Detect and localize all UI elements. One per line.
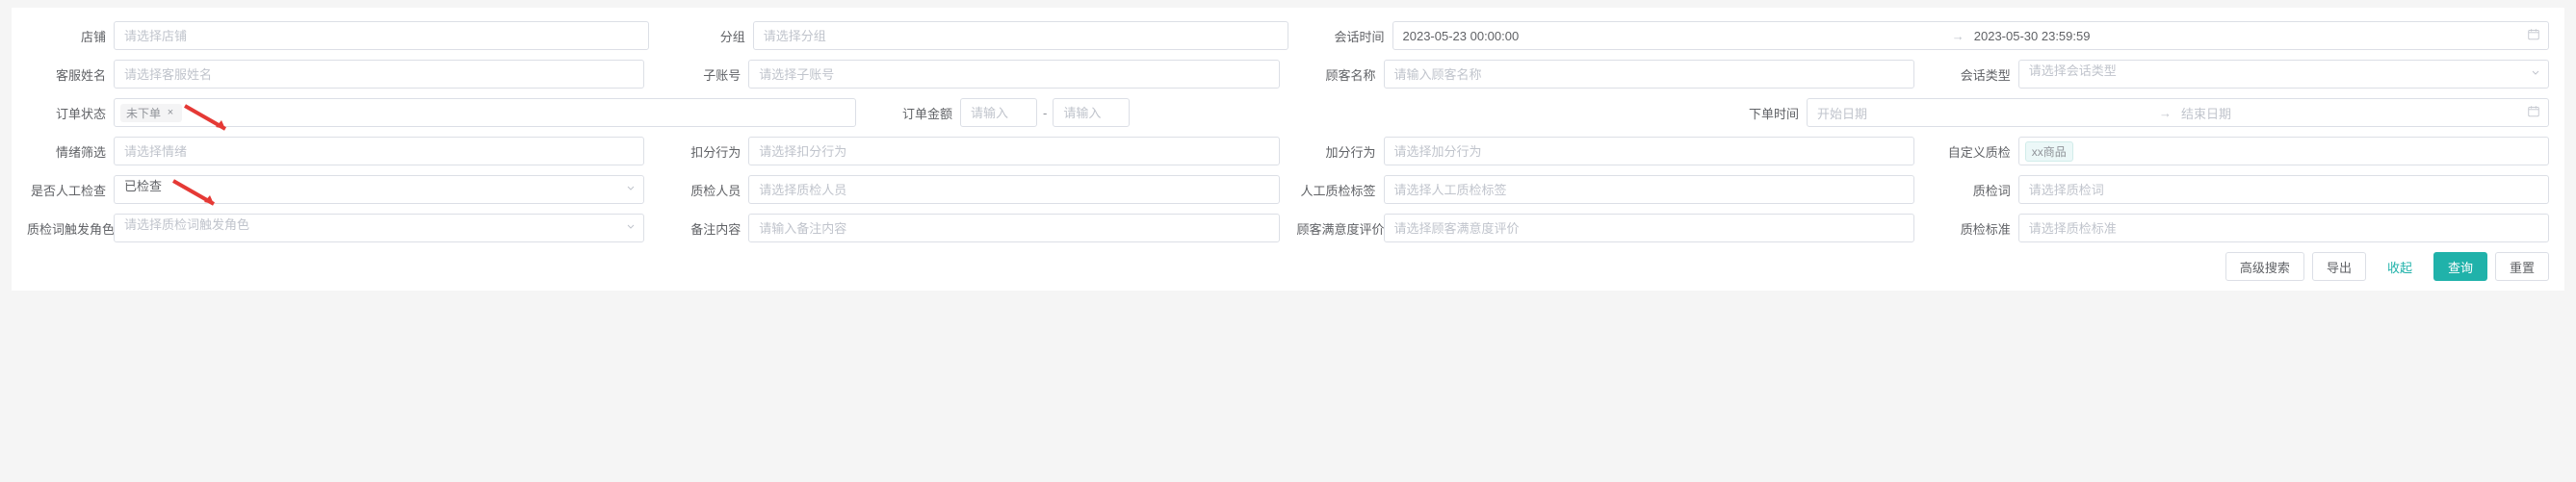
qc-standard-input[interactable] (2018, 214, 2549, 242)
emotion-input[interactable] (114, 137, 644, 165)
sub-account-input[interactable] (748, 60, 1279, 89)
session-type-select[interactable]: 请选择会话类型 (2018, 60, 2549, 89)
range-dash: - (1043, 106, 1047, 120)
session-end-value: 2023-05-30 23:59:59 (1968, 29, 2519, 43)
label-add-action: 加分行为 (1297, 142, 1384, 161)
label-manual-check: 是否人工检查 (27, 181, 114, 199)
field-qc-standard: 质检标准 (1932, 214, 2549, 242)
qc-word-input[interactable] (2018, 175, 2549, 204)
label-deduct-action: 扣分行为 (662, 142, 748, 161)
form-row: 质检词触发角色 请选择质检词触发角色 备注内容 顾客满意度评价 质检标准 (27, 214, 2549, 242)
label-qc-word: 质检词 (1932, 181, 2018, 199)
manual-check-select[interactable]: 已检查 (114, 175, 644, 204)
label-session-time: 会话时间 (1306, 27, 1392, 45)
field-manual-qc-tag: 人工质检标签 (1297, 175, 1914, 204)
collapse-button[interactable]: 收起 (2374, 252, 2426, 281)
satisfaction-input[interactable] (1384, 214, 1914, 242)
field-satisfaction: 顾客满意度评价 (1297, 214, 1914, 242)
order-start-placeholder: 开始日期 (1811, 104, 2155, 122)
label-order-amount: 订单金额 (873, 104, 960, 122)
field-add-action: 加分行为 (1297, 137, 1914, 165)
advanced-search-button[interactable]: 高级搜索 (2225, 252, 2304, 281)
field-qc-word: 质检词 (1932, 175, 2549, 204)
group-input[interactable] (753, 21, 1288, 50)
search-form: 店铺 分组 会话时间 2023-05-23 00:00:00 → 2023-05… (12, 8, 2564, 291)
arrow-right-icon: → (2155, 106, 2175, 120)
field-order-status: 订单状态 未下单 × (27, 98, 856, 127)
label-order-status: 订单状态 (27, 104, 114, 122)
query-button[interactable]: 查询 (2433, 252, 2487, 281)
order-amount-max-input[interactable] (1053, 98, 1130, 127)
label-custom-qc: 自定义质检 (1932, 142, 2018, 161)
field-shop: 店铺 (27, 21, 649, 50)
field-remark: 备注内容 (662, 214, 1279, 242)
field-qc-role: 质检词触发角色 请选择质检词触发角色 (27, 214, 644, 242)
form-row: 情绪筛选 扣分行为 加分行为 自定义质检 xx商品 (27, 137, 2549, 165)
order-end-placeholder: 结束日期 (2175, 104, 2519, 122)
label-group: 分组 (666, 27, 753, 45)
field-agent-name: 客服姓名 (27, 60, 644, 89)
field-customer-name: 顾客名称 (1297, 60, 1914, 89)
customer-name-input[interactable] (1384, 60, 1914, 89)
remark-input[interactable] (748, 214, 1279, 242)
action-bar: 高级搜索 导出 收起 查询 重置 (27, 252, 2549, 281)
label-sub-account: 子账号 (662, 65, 748, 84)
order-amount-min-input[interactable] (960, 98, 1037, 127)
label-customer-name: 顾客名称 (1297, 65, 1384, 84)
field-custom-qc: 自定义质检 xx商品 (1932, 137, 2549, 165)
label-qc-role: 质检词触发角色 (27, 219, 114, 238)
field-deduct-action: 扣分行为 (662, 137, 1279, 165)
custom-qc-tag: xx商品 (2025, 141, 2073, 162)
close-icon[interactable]: × (165, 107, 176, 118)
label-order-time: 下单时间 (1720, 104, 1807, 122)
label-satisfaction: 顾客满意度评价 (1297, 219, 1384, 238)
field-session-time: 会话时间 2023-05-23 00:00:00 → 2023-05-30 23… (1306, 21, 2550, 50)
field-group: 分组 (666, 21, 1288, 50)
form-row: 订单状态 未下单 × 订单金额 - 下单时间 (27, 98, 2549, 127)
label-shop: 店铺 (27, 27, 114, 45)
field-session-type: 会话类型 请选择会话类型 (1932, 60, 2549, 89)
qc-role-select[interactable]: 请选择质检词触发角色 (114, 214, 644, 242)
manual-qc-tag-input[interactable] (1384, 175, 1914, 204)
shop-input[interactable] (114, 21, 649, 50)
add-action-input[interactable] (1384, 137, 1914, 165)
tag-label: xx商品 (2032, 143, 2067, 160)
label-manual-qc-tag: 人工质检标签 (1297, 181, 1384, 199)
field-qc-person: 质检人员 (662, 175, 1279, 204)
reset-button[interactable]: 重置 (2495, 252, 2549, 281)
label-session-type: 会话类型 (1932, 65, 2018, 84)
form-row: 客服姓名 子账号 顾客名称 会话类型 请选择会话类型 (27, 60, 2549, 89)
calendar-icon (2527, 28, 2540, 44)
field-emotion: 情绪筛选 (27, 137, 644, 165)
label-qc-standard: 质检标准 (1932, 219, 2018, 238)
agent-name-input[interactable] (114, 60, 644, 89)
arrow-right-icon: → (1948, 29, 1968, 43)
field-sub-account: 子账号 (662, 60, 1279, 89)
label-qc-person: 质检人员 (662, 181, 748, 199)
field-manual-check: 是否人工检查 已检查 (27, 175, 644, 204)
form-row: 店铺 分组 会话时间 2023-05-23 00:00:00 → 2023-05… (27, 21, 2549, 50)
field-order-amount: 订单金额 - (873, 98, 1703, 127)
label-emotion: 情绪筛选 (27, 142, 114, 161)
qc-person-input[interactable] (748, 175, 1279, 204)
calendar-icon (2527, 105, 2540, 121)
form-row: 是否人工检查 已检查 质检人员 人工质检标签 质检词 (27, 175, 2549, 204)
deduct-action-input[interactable] (748, 137, 1279, 165)
session-time-range[interactable]: 2023-05-23 00:00:00 → 2023-05-30 23:59:5… (1392, 21, 2550, 50)
export-button[interactable]: 导出 (2312, 252, 2366, 281)
order-status-input[interactable]: 未下单 × (114, 98, 856, 127)
order-time-range[interactable]: 开始日期 → 结束日期 (1807, 98, 2549, 127)
tag-label: 未下单 (126, 105, 161, 121)
session-start-value: 2023-05-23 00:00:00 (1397, 29, 1948, 43)
custom-qc-input[interactable]: xx商品 (2018, 137, 2549, 165)
order-status-tag: 未下单 × (120, 104, 182, 122)
label-remark: 备注内容 (662, 219, 748, 238)
label-agent-name: 客服姓名 (27, 65, 114, 84)
field-order-time: 下单时间 开始日期 → 结束日期 (1720, 98, 2549, 127)
